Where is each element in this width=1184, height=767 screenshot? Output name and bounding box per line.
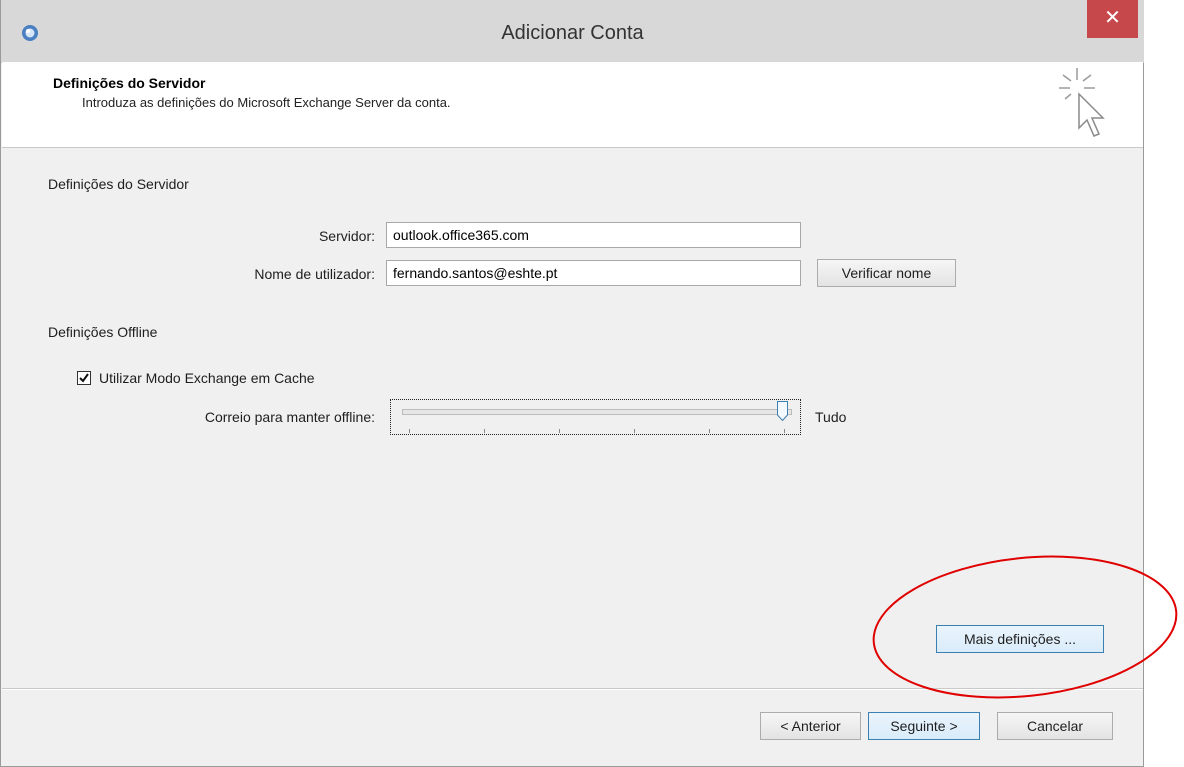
window-title: Adicionar Conta xyxy=(501,22,644,44)
slider-tick xyxy=(709,429,710,433)
header-subtitle: Introduza as definições do Microsoft Exc… xyxy=(82,95,451,110)
wizard-header: Definições do Servidor Introduza as defi… xyxy=(2,62,1143,148)
username-label: Nome de utilizador: xyxy=(254,266,375,282)
back-button[interactable]: < Anterior xyxy=(760,712,861,740)
annotation-circle xyxy=(872,555,1178,699)
slider-tick xyxy=(484,429,485,433)
verify-name-button[interactable]: Verificar nome xyxy=(817,259,956,287)
cache-mode-checkbox[interactable] xyxy=(77,371,91,385)
slider-value-label: Tudo xyxy=(815,409,847,425)
offline-section-heading: Definições Offline xyxy=(48,324,158,340)
title-bar[interactable]: Adicionar Conta ✕ xyxy=(1,0,1144,63)
slider-tick xyxy=(559,429,560,433)
cache-mode-label: Utilizar Modo Exchange em Cache xyxy=(99,370,315,386)
close-icon: ✕ xyxy=(1104,7,1121,29)
server-input[interactable] xyxy=(386,222,801,248)
offline-slider-label: Correio para manter offline: xyxy=(204,409,375,425)
checkmark-icon xyxy=(79,373,89,383)
slider-tick xyxy=(634,429,635,433)
slider-thumb[interactable] xyxy=(777,401,788,421)
slider-tick xyxy=(784,429,785,433)
username-input[interactable] xyxy=(386,260,801,286)
slider-tick xyxy=(409,429,410,433)
cancel-button[interactable]: Cancelar xyxy=(997,712,1113,740)
next-button[interactable]: Seguinte > xyxy=(868,712,980,740)
offline-mail-slider[interactable] xyxy=(390,399,801,435)
slider-track xyxy=(402,409,792,415)
cursor-sparkle-icon xyxy=(1059,68,1105,137)
server-label: Servidor: xyxy=(318,228,375,244)
server-section-heading: Definições do Servidor xyxy=(48,176,189,192)
header-title: Definições do Servidor xyxy=(53,75,206,91)
close-button[interactable]: ✕ xyxy=(1087,0,1138,38)
